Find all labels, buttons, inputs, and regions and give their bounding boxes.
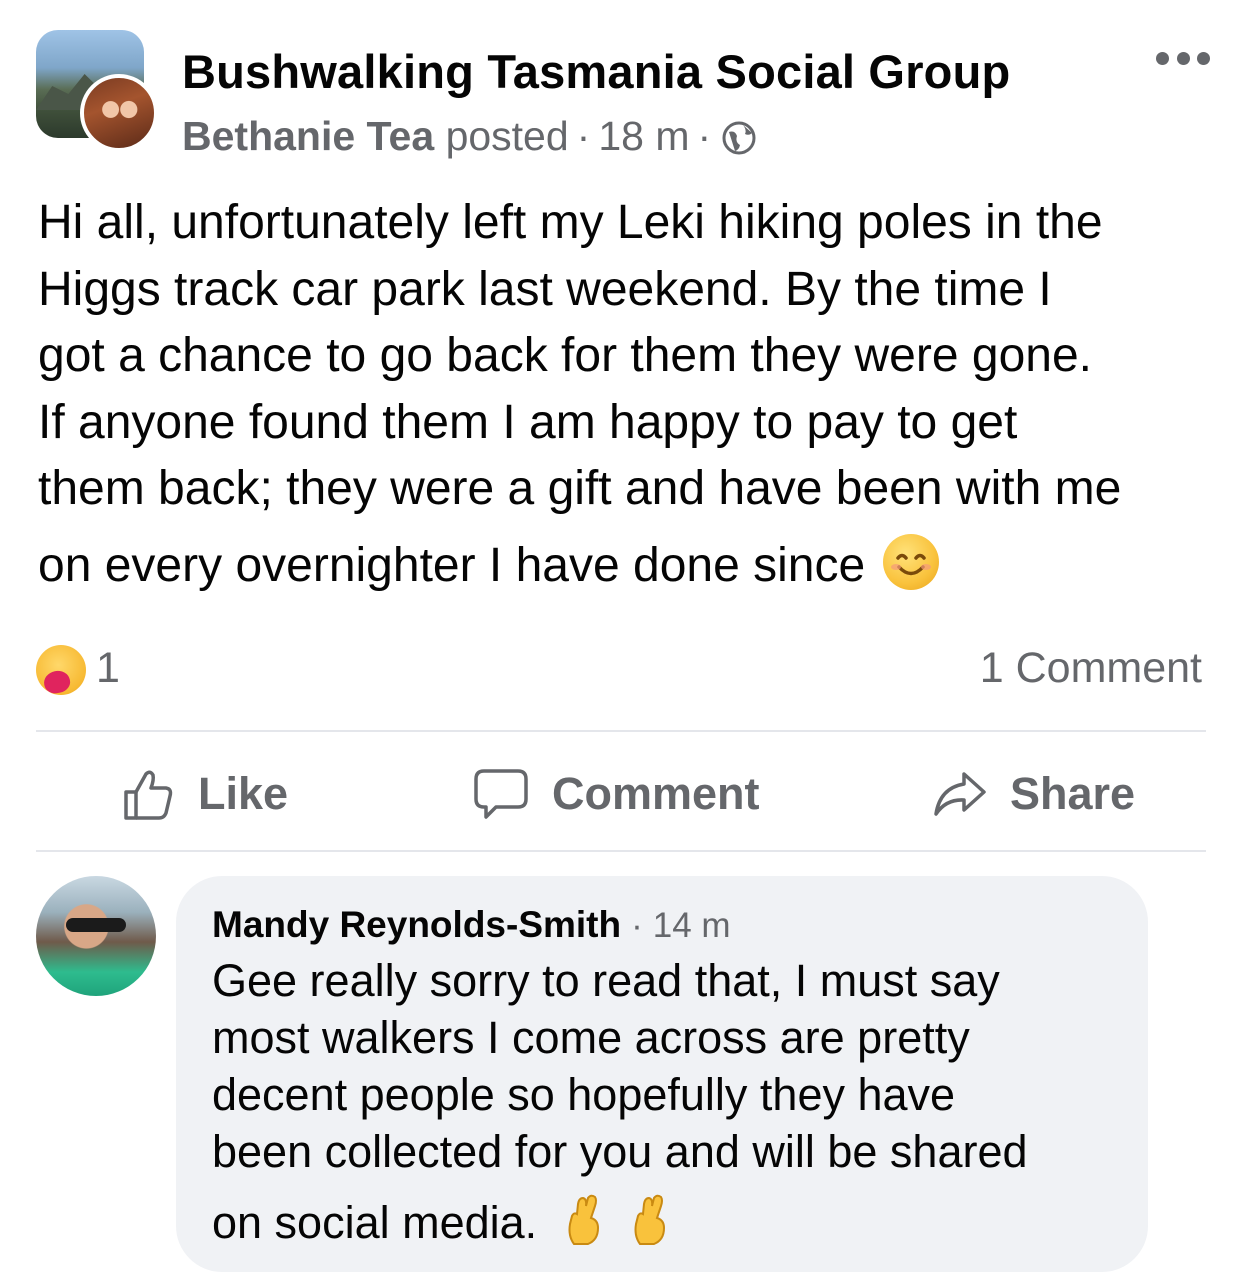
crossed-fingers-icon	[630, 1194, 670, 1246]
care-reaction-icon[interactable]	[36, 645, 86, 695]
share-button[interactable]: Share	[932, 766, 1135, 822]
thumbs-up-icon	[124, 770, 173, 820]
comment-line: Gee really sorry to read that, I must sa…	[212, 955, 1000, 1006]
post-action-text: posted	[445, 113, 569, 159]
post-meta: Bethanie Tea posted · 18 m ·	[182, 113, 757, 160]
group-name[interactable]: Bushwalking Tasmania Social Group	[182, 44, 1010, 99]
post-action	[434, 113, 445, 160]
reactions-row: 1 1 Comment	[36, 640, 1206, 700]
post-body-line: on every overnighter I have done since	[38, 538, 866, 592]
comment-line: decent people so hopefully they have	[212, 1069, 956, 1120]
action-bar: Like Comment Share	[36, 740, 1206, 850]
comment-header: Mandy Reynolds-Smith · 14 m	[212, 904, 731, 946]
smiling-face-icon	[882, 533, 939, 590]
comment-button[interactable]: Comment	[472, 766, 760, 822]
comment-bubble: Mandy Reynolds-Smith · 14 m Gee really s…	[176, 876, 1148, 1272]
meta-separator-2: ·	[697, 113, 712, 159]
post-header: Bushwalking Tasmania Social Group Bethan…	[0, 0, 1242, 170]
post-body-line: got a chance to go back for them they we…	[38, 329, 1092, 382]
post-body-line: Higgs track car park last weekend. By th…	[38, 262, 1052, 316]
meta-separator: ·	[576, 113, 591, 159]
comment-count[interactable]: 1 Comment	[980, 644, 1202, 693]
globe-icon	[721, 119, 757, 155]
like-button[interactable]: Like	[120, 766, 288, 822]
crossed-fingers-icon	[564, 1194, 604, 1246]
post-body-line: Hi all, unfortunately left my Leki hikin…	[38, 196, 1103, 249]
comment-separator: ·	[631, 906, 643, 945]
commenter-name[interactable]: Mandy Reynolds-Smith	[212, 904, 621, 946]
author-name[interactable]: Bethanie Tea	[182, 113, 434, 160]
comment-line-last: on social media.	[212, 1194, 1132, 1252]
share-arrow-icon	[934, 772, 986, 816]
post-body-line-last: on every overnighter I have done since	[38, 533, 1218, 600]
post-body-line: them back; they were a gift and have bee…	[38, 462, 1122, 515]
commenter-avatar[interactable]	[36, 876, 156, 996]
comment-time[interactable]: 14 m	[653, 906, 731, 946]
comment-line: been collected for you and will be share…	[212, 1126, 1028, 1177]
author-avatar[interactable]	[80, 74, 158, 152]
like-label: Like	[198, 768, 289, 819]
speech-bubble-icon	[474, 769, 528, 819]
comment-line: most walkers I come across are pretty	[212, 1012, 970, 1063]
comment-text: Gee really sorry to read that, I must sa…	[212, 952, 1132, 1252]
divider-bottom	[36, 850, 1206, 852]
divider-top	[36, 730, 1206, 732]
reaction-count[interactable]: 1	[96, 644, 120, 693]
comment-label: Comment	[552, 768, 760, 819]
more-options-icon[interactable]	[1156, 48, 1210, 68]
share-label: Share	[1010, 768, 1136, 819]
post-body: Hi all, unfortunately left my Leki hikin…	[38, 190, 1218, 599]
comment-line: on social media.	[212, 1197, 538, 1248]
post-body-line: If anyone found them I am happy to pay t…	[38, 395, 1018, 449]
post-time[interactable]: 18 m	[598, 113, 689, 160]
